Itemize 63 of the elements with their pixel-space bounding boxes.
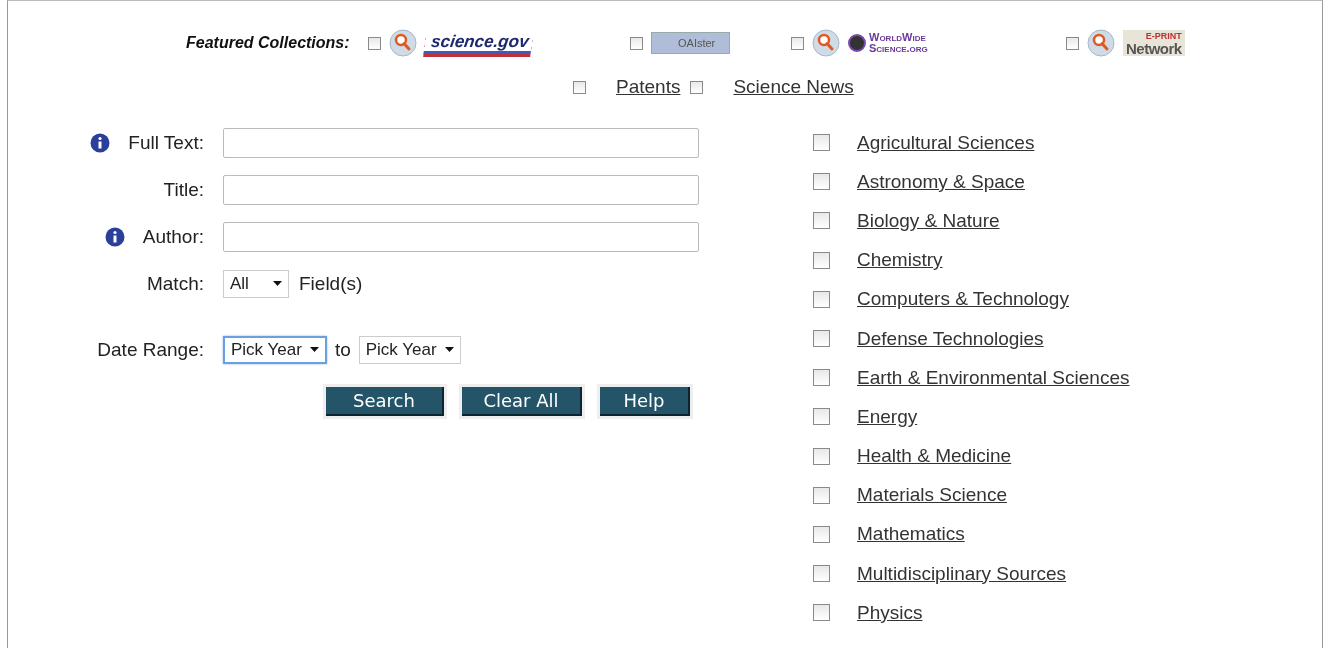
checkbox[interactable] bbox=[813, 290, 830, 308]
subject-link[interactable]: Physics bbox=[857, 601, 923, 624]
subject-link[interactable]: Defense Technologies bbox=[857, 327, 1044, 350]
year-dropdown[interactable]: Pick Year bbox=[223, 335, 327, 364]
text-field[interactable] bbox=[223, 174, 699, 205]
science-logo[interactable]: science.gov bbox=[423, 32, 534, 54]
field-label: Full Text: bbox=[128, 131, 204, 154]
search-icon[interactable] bbox=[389, 29, 417, 57]
checkbox[interactable] bbox=[813, 486, 830, 504]
checkbox[interactable] bbox=[813, 565, 830, 583]
field-label: Title: bbox=[163, 178, 204, 201]
search-icon[interactable] bbox=[1087, 29, 1115, 57]
subject-link[interactable]: Agricultural Sciences bbox=[857, 131, 1035, 154]
checkbox[interactable] bbox=[813, 330, 830, 348]
to-label: to bbox=[334, 338, 351, 361]
info-icon[interactable] bbox=[90, 132, 111, 153]
caret-icon bbox=[444, 347, 454, 352]
checkbox[interactable] bbox=[813, 369, 830, 387]
checkbox[interactable] bbox=[813, 525, 830, 543]
subject-link[interactable]: Astronomy & Space bbox=[857, 170, 1025, 193]
subject-link[interactable]: Materials Science bbox=[857, 484, 1007, 507]
subject-link[interactable]: Multidisciplinary Sources bbox=[857, 562, 1067, 585]
checkbox[interactable] bbox=[813, 447, 830, 465]
search-button[interactable]: Search bbox=[326, 387, 444, 416]
field-label: Date Range: bbox=[97, 338, 204, 361]
checkbox[interactable] bbox=[813, 212, 830, 230]
subject-link[interactable]: Computers & Technology bbox=[857, 288, 1069, 311]
caret-icon bbox=[273, 281, 282, 286]
checkbox[interactable] bbox=[813, 251, 830, 269]
field-label: Author: bbox=[142, 225, 204, 248]
text-field[interactable] bbox=[223, 127, 699, 158]
checkbox[interactable] bbox=[791, 36, 804, 50]
checkbox[interactable] bbox=[813, 134, 830, 152]
field-label: Match: bbox=[146, 272, 204, 295]
checkbox[interactable] bbox=[573, 80, 586, 94]
checkbox[interactable] bbox=[368, 36, 381, 50]
collection-link[interactable]: Science News bbox=[733, 76, 854, 98]
subject-link[interactable]: Health & Medicine bbox=[857, 445, 1012, 468]
featured-label: Featured Collections: bbox=[186, 33, 351, 53]
subject-link[interactable]: Earth & Environmental Sciences bbox=[857, 366, 1130, 389]
caret-icon bbox=[309, 347, 319, 352]
help-button[interactable]: Help bbox=[600, 387, 690, 416]
checkbox[interactable] bbox=[630, 36, 643, 50]
collection-link[interactable]: Patents bbox=[616, 76, 681, 98]
worldwide-logo[interactable]: WorldWide Science.org bbox=[848, 32, 928, 54]
subject-link[interactable]: Biology & Nature bbox=[857, 209, 1000, 232]
checkbox[interactable] bbox=[1066, 36, 1079, 50]
clear-button[interactable]: Clear All bbox=[462, 387, 582, 416]
year-dropdown[interactable]: Pick Year bbox=[358, 335, 461, 364]
checkbox[interactable] bbox=[813, 173, 830, 191]
match-dropdown[interactable]: All bbox=[223, 269, 289, 298]
checkbox[interactable] bbox=[813, 408, 830, 426]
subject-link[interactable]: Mathematics bbox=[857, 523, 965, 546]
text-field[interactable] bbox=[223, 221, 699, 252]
search-icon[interactable] bbox=[812, 29, 840, 57]
info-icon[interactable] bbox=[104, 226, 125, 247]
subject-link[interactable]: Energy bbox=[857, 405, 918, 428]
collection-logo[interactable]: OAIster bbox=[651, 32, 731, 54]
checkbox[interactable] bbox=[690, 80, 704, 94]
checkbox[interactable] bbox=[813, 604, 830, 622]
fields-label: Field(s) bbox=[299, 272, 363, 295]
subject-link[interactable]: Chemistry bbox=[857, 249, 943, 272]
eprint-logo[interactable]: E-PRINT Network bbox=[1123, 30, 1185, 56]
